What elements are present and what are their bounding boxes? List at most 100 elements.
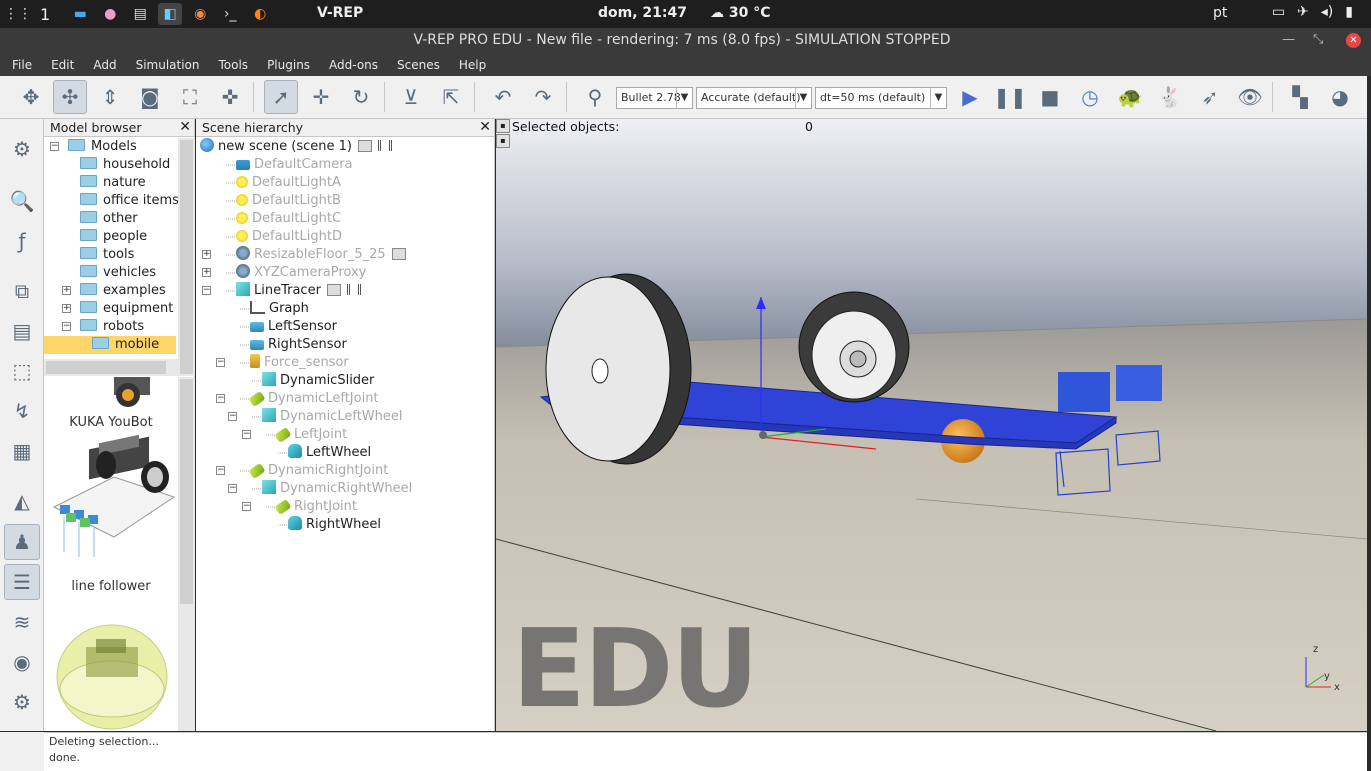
restore-icon[interactable]: ⤡	[1313, 32, 1323, 47]
object-shift-icon[interactable]: ✛	[304, 80, 338, 114]
model-tree-item[interactable]: − Models	[44, 138, 178, 156]
model-tree-item[interactable]: people	[44, 228, 178, 246]
scene-object-row[interactable]: DefaultLightC	[236, 210, 341, 228]
expand-icon[interactable]: ▪	[496, 134, 510, 148]
scene-object-row[interactable]: RightWheel	[288, 516, 381, 534]
video-recorder-icon[interactable]: ◉	[4, 644, 40, 680]
scene-object-row[interactable]: − DynamicRightWheel	[228, 480, 412, 498]
search-icon[interactable]: 🔍	[4, 183, 40, 219]
model-tree-item[interactable]: nature	[44, 174, 178, 192]
menu-simulation[interactable]: Simulation	[136, 58, 200, 72]
threaded-rendering-icon[interactable]: ➶	[1193, 80, 1227, 114]
pause-icon[interactable]: ❚❚	[993, 80, 1027, 114]
undo-icon[interactable]: ↶	[486, 80, 520, 114]
scene-viewport[interactable]: z y x ▪ ▪ Selected objects: 0 EDU	[496, 119, 1367, 731]
airplane-icon[interactable]: ✈	[1297, 4, 1309, 20]
scene-selector-icon[interactable]: ▚	[1283, 80, 1317, 114]
shapes-icon[interactable]: ◭	[4, 483, 40, 519]
dome-robot-thumbnail[interactable]	[56, 624, 168, 730]
object-rotate-icon[interactable]: ↻	[344, 80, 378, 114]
rotate-camera-icon[interactable]: ✣	[53, 80, 87, 114]
accuracy-select[interactable]: Accurate (default) ▼	[696, 87, 812, 109]
collapse-icon[interactable]: −	[216, 358, 225, 367]
close-icon[interactable]: ✕	[1346, 33, 1361, 48]
kuka-youbot-thumbnail[interactable]	[114, 377, 150, 407]
scripts-icon[interactable]: ▤	[4, 313, 40, 349]
collapse-icon[interactable]: −	[50, 142, 59, 151]
scene-object-row[interactable]: + ResizableFloor_5_25	[202, 246, 406, 264]
scene-object-row[interactable]: − LineTracer	[202, 282, 361, 300]
line-follower-thumbnail[interactable]	[52, 434, 176, 557]
expand-icon[interactable]: +	[62, 286, 71, 295]
files-icon[interactable]: ▤	[128, 3, 152, 25]
expand-icon[interactable]: +	[62, 304, 71, 313]
calculation-modules-icon[interactable]: ƒ	[4, 223, 40, 259]
simulation-settings-icon[interactable]: ⚙	[4, 131, 40, 167]
scene-object-row[interactable]: DefaultCamera	[236, 156, 353, 174]
expand-icon[interactable]: +	[202, 268, 211, 277]
terminal-icon[interactable]: ›_	[218, 3, 242, 25]
model-tree-item[interactable]: + equipment	[44, 300, 178, 318]
path-edit-icon[interactable]: ↯	[4, 393, 40, 429]
script-icon[interactable]	[358, 140, 372, 152]
menu-plugins[interactable]: Plugins	[267, 58, 310, 72]
visualization-icon[interactable]: 👁	[1233, 80, 1267, 114]
close-icon[interactable]: ✕	[479, 119, 491, 136]
thumbnail-scrollbar[interactable]	[178, 377, 195, 731]
layers-icon[interactable]: ≋	[4, 604, 40, 640]
fly-icon[interactable]: ✜	[213, 80, 247, 114]
model-tree-item[interactable]: − robots	[44, 318, 178, 336]
scene-object-row[interactable]: − DynamicLeftWheel	[228, 408, 403, 426]
collapse-icon[interactable]: −	[62, 322, 71, 331]
close-icon[interactable]: ✕	[179, 119, 191, 136]
shift-camera-icon[interactable]: ⇕	[93, 80, 127, 114]
scene-hierarchy-toggle-icon[interactable]: ☰	[4, 564, 40, 600]
collapse-icon[interactable]: −	[216, 394, 225, 403]
scene-object-row[interactable]: DefaultLightB	[236, 192, 341, 210]
page-selector-icon[interactable]: ◕	[1323, 80, 1357, 114]
clock[interactable]: dom, 21:47	[598, 5, 687, 21]
scene-object-row[interactable]: − LeftJoint	[242, 426, 347, 444]
scene-object-row[interactable]: DefaultLightD	[236, 228, 342, 246]
workspace-indicator[interactable]: 1	[40, 5, 50, 24]
scene-object-row[interactable]: LeftSensor	[250, 318, 337, 336]
play-icon[interactable]: ▶	[953, 80, 987, 114]
scene-object-row[interactable]: Graph	[250, 300, 309, 318]
chrome-icon[interactable]: ◉	[188, 3, 212, 25]
desktop-icon[interactable]: ▬	[68, 3, 92, 25]
collections-icon[interactable]: ⧉	[4, 273, 40, 309]
script-icon[interactable]	[326, 284, 341, 296]
language-indicator[interactable]: pt	[1213, 5, 1227, 21]
model-tree-item[interactable]: mobile	[44, 336, 178, 354]
shape-edit-icon[interactable]: ⬚	[4, 353, 40, 389]
customization-script-icon[interactable]	[378, 140, 392, 151]
physics-engine-select[interactable]: Bullet 2.78 ▼	[616, 87, 693, 109]
model-tree-item[interactable]: other	[44, 210, 178, 228]
menu-tools[interactable]: Tools	[219, 58, 249, 72]
redo-icon[interactable]: ↷	[526, 80, 560, 114]
model-tree-item[interactable]: household	[44, 156, 178, 174]
menu-edit[interactable]: Edit	[51, 58, 74, 72]
assemble-icon[interactable]: ⊻	[394, 80, 428, 114]
scene-object-row[interactable]: RightSensor	[250, 336, 347, 354]
vrep-taskbar-icon[interactable]: ◧	[158, 3, 183, 25]
collapse-icon[interactable]: −	[216, 466, 225, 475]
slow-down-icon[interactable]: 🐢	[1113, 80, 1147, 114]
fit-to-view-icon[interactable]: ⛶	[173, 80, 207, 114]
scene-object-row[interactable]: − RightJoint	[242, 498, 357, 516]
model-browser-toggle-icon[interactable]: ♟	[4, 524, 40, 560]
transfer-dna-icon[interactable]: ⇱	[434, 80, 468, 114]
model-tree-item[interactable]: vehicles	[44, 264, 178, 282]
collapse-icon[interactable]: −	[242, 430, 251, 439]
media-icon[interactable]: ●	[98, 3, 122, 25]
menu-scenes[interactable]: Scenes	[397, 58, 440, 72]
scene-object-row[interactable]: new scene (scene 1)	[200, 138, 392, 156]
monitor-icon[interactable]: ▭	[1272, 4, 1285, 20]
customization-script-icon[interactable]	[346, 284, 361, 295]
collapse-icon[interactable]: ▪	[496, 119, 510, 133]
weather[interactable]: ☁ 30 °C	[710, 5, 771, 21]
menu-add[interactable]: Add	[93, 58, 116, 72]
model-tree-item[interactable]: + examples	[44, 282, 178, 300]
collapse-icon[interactable]: −	[202, 286, 211, 295]
user-settings-icon[interactable]: ⚙	[4, 684, 40, 720]
